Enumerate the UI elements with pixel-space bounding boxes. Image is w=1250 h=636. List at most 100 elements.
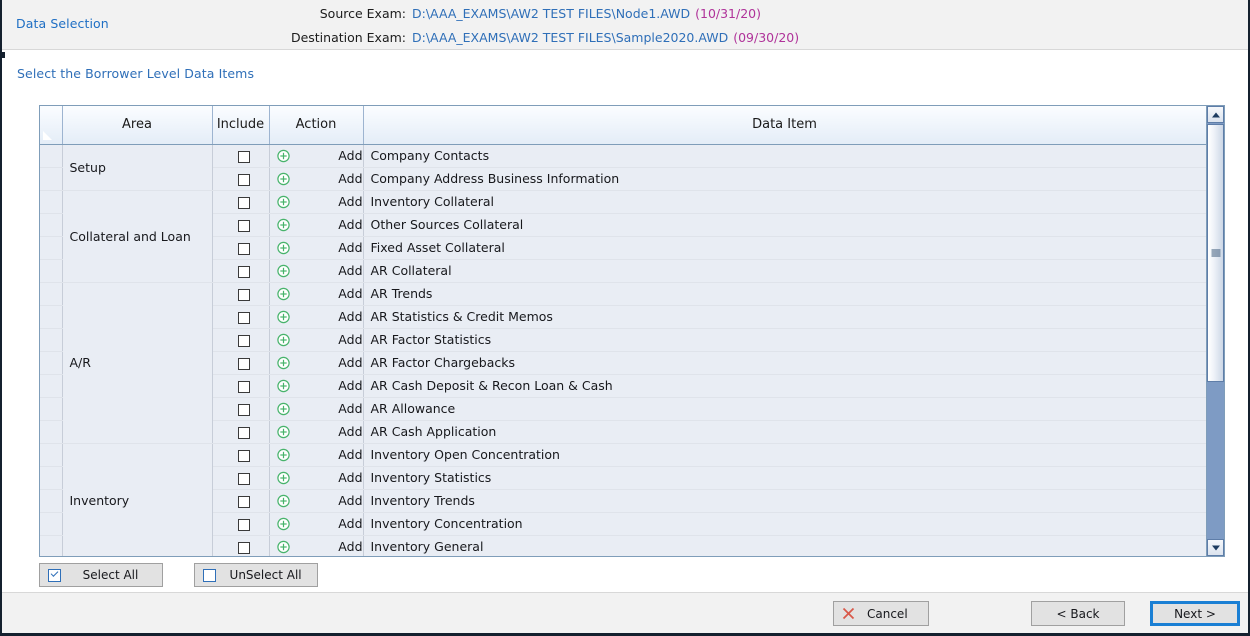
- table-row[interactable]: AddInventory Trends: [40, 489, 1206, 512]
- unchecked-checkbox-icon[interactable]: [238, 404, 250, 416]
- action-cell[interactable]: Add: [269, 328, 363, 351]
- include-cell[interactable]: [212, 397, 269, 420]
- include-cell[interactable]: [212, 420, 269, 443]
- unchecked-checkbox-icon[interactable]: [238, 542, 250, 554]
- action-cell[interactable]: Add: [269, 351, 363, 374]
- include-cell[interactable]: [212, 328, 269, 351]
- table-row[interactable]: AddCompany Address Business Information: [40, 167, 1206, 190]
- row-selector-cell[interactable]: [40, 351, 62, 374]
- add-plus-circle-icon[interactable]: [277, 425, 290, 438]
- table-row[interactable]: AddAR Allowance: [40, 397, 1206, 420]
- cancel-button[interactable]: Cancel: [833, 601, 929, 626]
- include-cell[interactable]: [212, 374, 269, 397]
- include-cell[interactable]: [212, 443, 269, 466]
- include-cell[interactable]: [212, 259, 269, 282]
- row-selector-cell[interactable]: [40, 213, 62, 236]
- add-plus-circle-icon[interactable]: [277, 402, 290, 415]
- action-cell[interactable]: Add: [269, 420, 363, 443]
- table-row[interactable]: A/RAddAR Trends: [40, 282, 1206, 305]
- scroll-up-button[interactable]: [1207, 106, 1224, 123]
- scrollbar-thumb[interactable]: [1207, 124, 1224, 382]
- back-button[interactable]: < Back: [1031, 601, 1125, 626]
- next-button[interactable]: Next >: [1150, 601, 1240, 626]
- unchecked-checkbox-icon[interactable]: [238, 174, 250, 186]
- row-selector-cell[interactable]: [40, 535, 62, 556]
- include-cell[interactable]: [212, 351, 269, 374]
- table-row[interactable]: AddAR Factor Statistics: [40, 328, 1206, 351]
- row-selector-cell[interactable]: [40, 236, 62, 259]
- column-header-action[interactable]: Action: [269, 106, 363, 144]
- row-selector-cell[interactable]: [40, 305, 62, 328]
- table-row[interactable]: SetupAddCompany Contacts: [40, 144, 1206, 167]
- table-row[interactable]: InventoryAddInventory Open Concentration: [40, 443, 1206, 466]
- add-plus-circle-icon[interactable]: [277, 218, 290, 231]
- unchecked-checkbox-icon[interactable]: [238, 496, 250, 508]
- add-plus-circle-icon[interactable]: [277, 310, 290, 323]
- unchecked-checkbox-icon[interactable]: [238, 197, 250, 209]
- add-plus-circle-icon[interactable]: [277, 195, 290, 208]
- include-cell[interactable]: [212, 282, 269, 305]
- scroll-down-button[interactable]: [1207, 539, 1224, 556]
- action-cell[interactable]: Add: [269, 512, 363, 535]
- add-plus-circle-icon[interactable]: [277, 517, 290, 530]
- row-selector-cell[interactable]: [40, 512, 62, 535]
- unchecked-checkbox-icon[interactable]: [238, 312, 250, 324]
- table-row[interactable]: AddOther Sources Collateral: [40, 213, 1206, 236]
- column-header-area[interactable]: Area: [62, 106, 212, 144]
- unchecked-checkbox-icon[interactable]: [238, 519, 250, 531]
- table-row[interactable]: AddAR Cash Deposit & Recon Loan & Cash: [40, 374, 1206, 397]
- add-plus-circle-icon[interactable]: [277, 264, 290, 277]
- add-plus-circle-icon[interactable]: [277, 333, 290, 346]
- row-selector-cell[interactable]: [40, 190, 62, 213]
- row-selector-cell[interactable]: [40, 167, 62, 190]
- unchecked-checkbox-icon[interactable]: [238, 335, 250, 347]
- action-cell[interactable]: Add: [269, 305, 363, 328]
- include-cell[interactable]: [212, 190, 269, 213]
- unchecked-checkbox-icon[interactable]: [238, 358, 250, 370]
- row-selector-cell[interactable]: [40, 466, 62, 489]
- action-cell[interactable]: Add: [269, 489, 363, 512]
- add-plus-circle-icon[interactable]: [277, 172, 290, 185]
- grid-vertical-scrollbar[interactable]: [1206, 106, 1224, 556]
- unchecked-checkbox-icon[interactable]: [238, 381, 250, 393]
- unchecked-checkbox-icon[interactable]: [238, 289, 250, 301]
- row-selector-cell[interactable]: [40, 144, 62, 167]
- table-row[interactable]: AddAR Statistics & Credit Memos: [40, 305, 1206, 328]
- include-cell[interactable]: [212, 144, 269, 167]
- column-header-data-item[interactable]: Data Item: [363, 106, 1206, 144]
- row-selector-cell[interactable]: [40, 443, 62, 466]
- row-selector-cell[interactable]: [40, 259, 62, 282]
- unchecked-checkbox-icon[interactable]: [238, 266, 250, 278]
- add-plus-circle-icon[interactable]: [277, 287, 290, 300]
- row-selector-cell[interactable]: [40, 397, 62, 420]
- unchecked-checkbox-icon[interactable]: [238, 220, 250, 232]
- row-selector-header[interactable]: [40, 106, 62, 144]
- table-row[interactable]: AddInventory Statistics: [40, 466, 1206, 489]
- include-cell[interactable]: [212, 466, 269, 489]
- action-cell[interactable]: Add: [269, 374, 363, 397]
- action-cell[interactable]: Add: [269, 397, 363, 420]
- unchecked-checkbox-icon[interactable]: [238, 473, 250, 485]
- action-cell[interactable]: Add: [269, 236, 363, 259]
- add-plus-circle-icon[interactable]: [277, 540, 290, 553]
- row-selector-cell[interactable]: [40, 282, 62, 305]
- table-row[interactable]: Collateral and LoanAddInventory Collater…: [40, 190, 1206, 213]
- row-selector-cell[interactable]: [40, 489, 62, 512]
- action-cell[interactable]: Add: [269, 535, 363, 556]
- row-selector-cell[interactable]: [40, 420, 62, 443]
- unchecked-checkbox-icon[interactable]: [238, 450, 250, 462]
- include-cell[interactable]: [212, 213, 269, 236]
- table-row[interactable]: AddAR Collateral: [40, 259, 1206, 282]
- table-row[interactable]: AddFixed Asset Collateral: [40, 236, 1206, 259]
- add-plus-circle-icon[interactable]: [277, 494, 290, 507]
- row-selector-cell[interactable]: [40, 374, 62, 397]
- include-cell[interactable]: [212, 236, 269, 259]
- include-cell[interactable]: [212, 167, 269, 190]
- select-all-button[interactable]: Select All: [39, 563, 163, 587]
- add-plus-circle-icon[interactable]: [277, 149, 290, 162]
- action-cell[interactable]: Add: [269, 213, 363, 236]
- unchecked-checkbox-icon[interactable]: [238, 427, 250, 439]
- action-cell[interactable]: Add: [269, 144, 363, 167]
- add-plus-circle-icon[interactable]: [277, 448, 290, 461]
- action-cell[interactable]: Add: [269, 282, 363, 305]
